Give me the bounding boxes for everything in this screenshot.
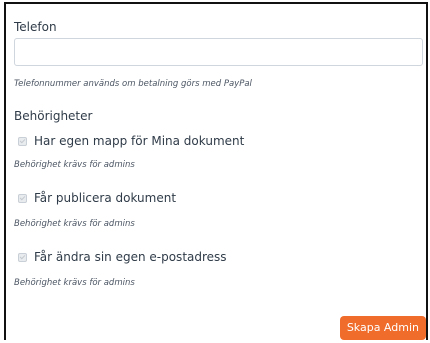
change-email-checkbox[interactable] [18,252,27,262]
change-email-hint: Behörighet krävs för admins [14,278,135,288]
permissions-heading: Behörigheter [14,109,93,123]
phone-input[interactable] [14,38,423,66]
permission-change-email[interactable]: Får ändra sin egen e-postadress [18,250,227,264]
permission-own-folder[interactable]: Har egen mapp för Mina dokument [18,134,244,148]
create-admin-button[interactable]: Skapa Admin [339,316,426,340]
publish-label: Får publicera dokument [34,191,177,205]
publish-hint: Behörighet krävs för admins [14,219,135,229]
own-folder-label: Har egen mapp för Mina dokument [34,134,245,148]
publish-checkbox[interactable] [18,193,27,203]
own-folder-checkbox[interactable] [18,136,27,146]
permission-publish[interactable]: Får publicera dokument [18,191,176,205]
change-email-label: Får ändra sin egen e-postadress [34,250,227,264]
phone-hint: Telefonnummer används om betalning görs … [14,79,252,89]
phone-label: Telefon [14,20,57,34]
own-folder-hint: Behörighet krävs för admins [14,160,135,170]
